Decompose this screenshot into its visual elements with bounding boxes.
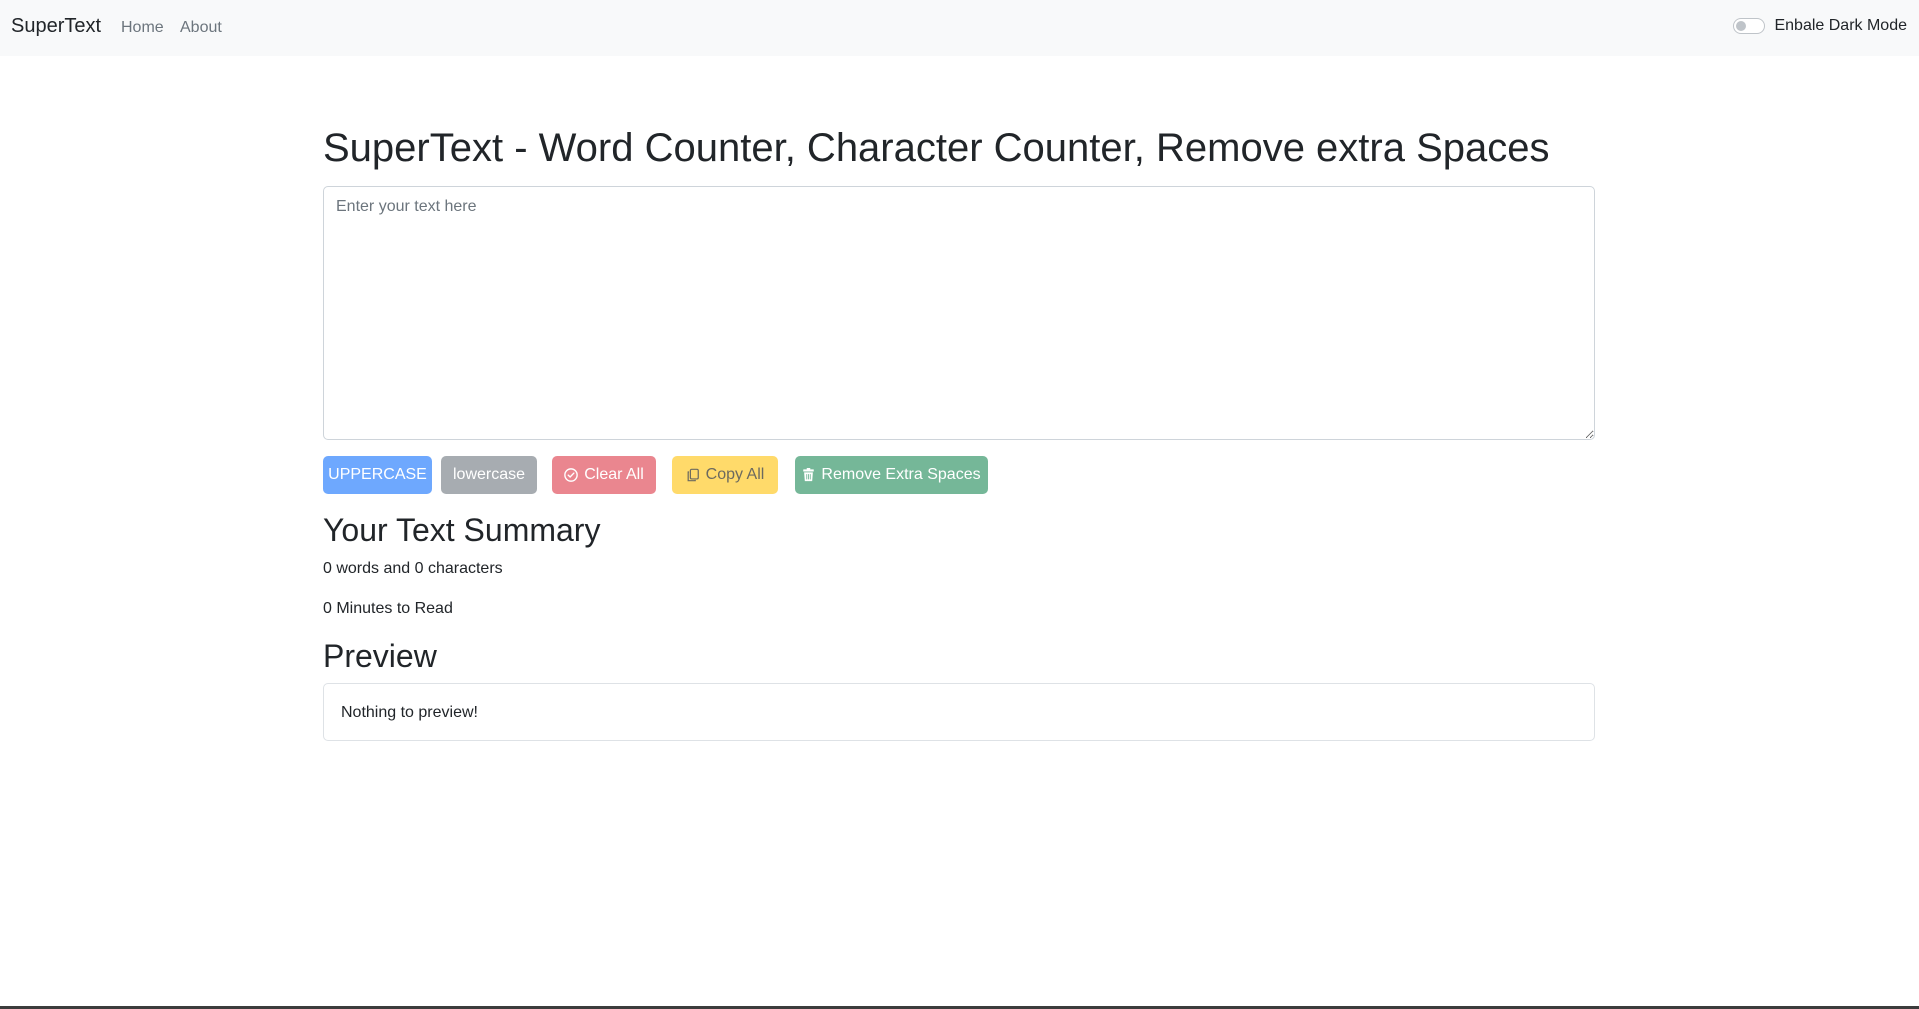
nav-link-home[interactable]: Home xyxy=(121,19,164,37)
uppercase-label: UPPERCASE xyxy=(328,466,427,483)
text-input[interactable] xyxy=(323,186,1595,440)
clear-all-button[interactable]: Clear All xyxy=(552,456,656,494)
copy-all-label: Copy All xyxy=(705,466,765,483)
remove-extra-spaces-button[interactable]: Remove Extra Spaces xyxy=(795,456,988,494)
read-time: 0 Minutes to Read xyxy=(323,600,453,617)
check-circle-icon xyxy=(564,468,579,482)
switch-knob xyxy=(1736,21,1747,31)
navbar: SuperText Home About Enbale Dark Mode xyxy=(0,0,1919,56)
remove-extra-spaces-label: Remove Extra Spaces xyxy=(821,466,981,483)
preview-content: Nothing to preview! xyxy=(341,704,478,721)
brand-logo[interactable]: SuperText xyxy=(11,15,101,38)
trash-icon xyxy=(803,468,815,482)
preview-heading: Preview xyxy=(323,638,437,674)
page-title: SuperText - Word Counter, Character Coun… xyxy=(323,126,1550,170)
preview-box: Nothing to preview! xyxy=(323,683,1595,741)
copy-all-button[interactable]: Copy All xyxy=(672,456,778,494)
dark-mode-switch[interactable] xyxy=(1733,18,1766,34)
uppercase-button[interactable]: UPPERCASE xyxy=(323,456,432,494)
dark-mode-toggle[interactable]: Enbale Dark Mode xyxy=(1733,17,1907,35)
word-char-count: 0 words and 0 characters xyxy=(323,560,503,577)
nav-link-about[interactable]: About xyxy=(180,19,222,37)
lowercase-button[interactable]: lowercase xyxy=(441,456,537,494)
lowercase-label: lowercase xyxy=(452,466,526,483)
copy-icon xyxy=(687,468,699,482)
clear-all-label: Clear All xyxy=(584,466,644,483)
summary-heading: Your Text Summary xyxy=(323,512,601,548)
dark-mode-label[interactable]: Enbale Dark Mode xyxy=(1774,17,1907,35)
